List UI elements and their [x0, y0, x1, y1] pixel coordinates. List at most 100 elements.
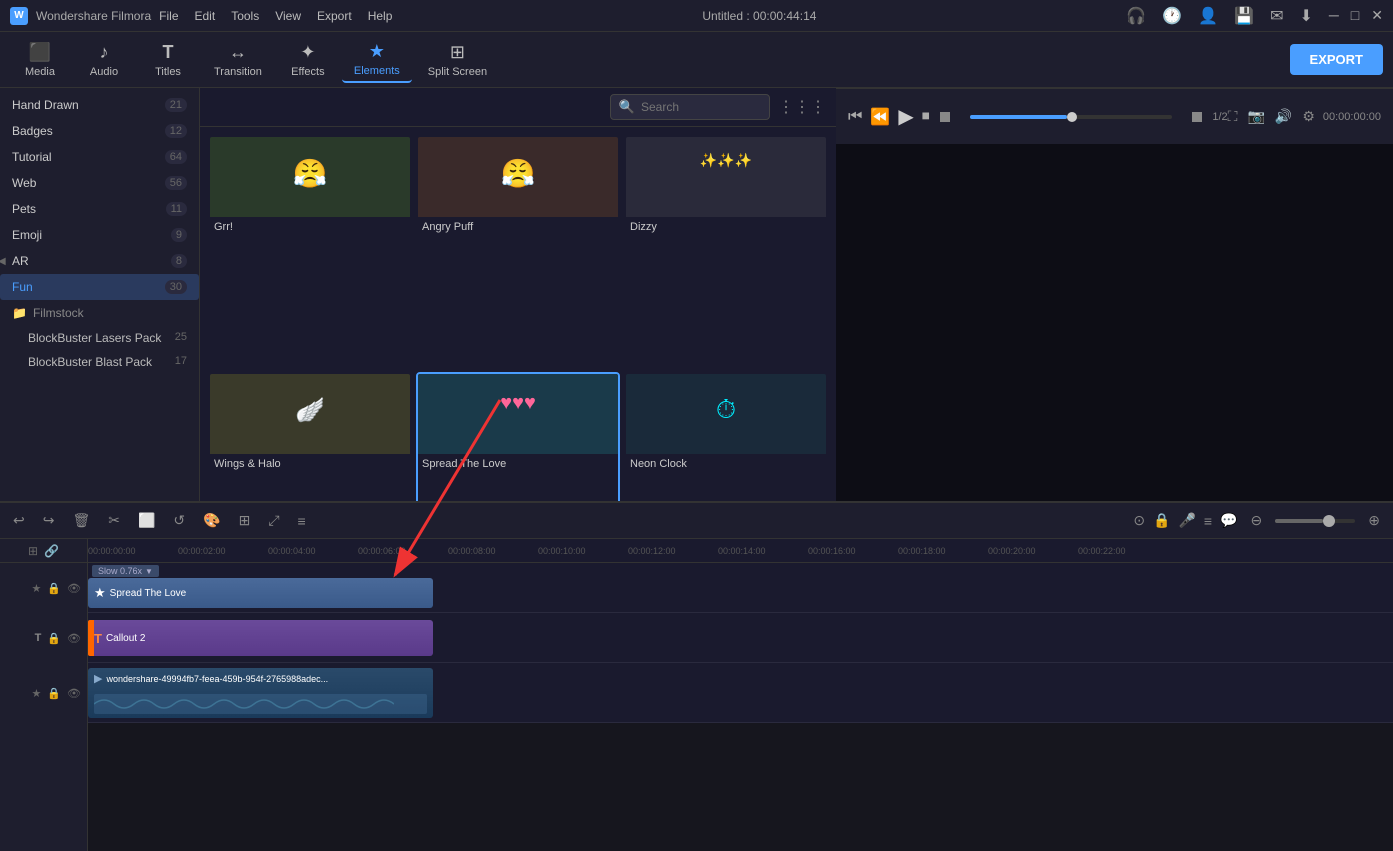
save-icon[interactable]: 💾: [1234, 6, 1254, 26]
sidebar-item-handdrawn[interactable]: Hand Drawn 21: [0, 92, 199, 118]
menu-file[interactable]: File: [159, 9, 178, 23]
track1-clip-label: ★ Spread The Love: [94, 585, 186, 601]
preview-progress-bar[interactable]: [970, 115, 1173, 119]
search-box[interactable]: 🔍: [610, 94, 770, 120]
titlebar-menu: File Edit Tools View Export Help: [159, 9, 392, 23]
sidebar-item-ar[interactable]: ◀ AR 8: [0, 248, 199, 274]
headset-icon[interactable]: 🎧: [1126, 6, 1146, 26]
speed-dropdown-icon[interactable]: ▼: [145, 567, 153, 576]
skip-back-button[interactable]: ⏮: [848, 108, 862, 126]
grid-item-dizzy[interactable]: ✨✨✨ Dizzy: [624, 135, 828, 368]
close-button[interactable]: ✕: [1371, 7, 1383, 24]
menu-tools[interactable]: Tools: [231, 9, 259, 23]
sidebar-item-fun[interactable]: Fun 30: [0, 274, 199, 300]
blast-label: BlockBuster Blast Pack: [28, 355, 152, 369]
zoom-slider-thumb[interactable]: [1323, 515, 1335, 527]
menu-export[interactable]: Export: [317, 9, 352, 23]
ruler-tick-7: 00:00:14:00: [718, 546, 766, 556]
search-input[interactable]: [641, 100, 761, 114]
redo-button[interactable]: ↪: [38, 509, 60, 532]
progress-thumb[interactable]: [1067, 112, 1077, 122]
subtitle-icon[interactable]: 💬: [1220, 512, 1237, 529]
track3-lock-icon[interactable]: 🔒: [47, 687, 61, 700]
expand-button[interactable]: ⤢: [263, 509, 284, 532]
menu-help[interactable]: Help: [368, 9, 393, 23]
media-icon: ⬛: [29, 42, 51, 63]
download-icon[interactable]: ⬇: [1299, 6, 1312, 26]
track3-clip[interactable]: ▶ wondershare-49994fb7-feea-459b-954f-27…: [88, 668, 433, 718]
track1-clip[interactable]: ★ Spread The Love: [88, 578, 433, 608]
stop-button[interactable]: ⏹: [922, 108, 930, 126]
sidebar-item-pets[interactable]: Pets 11: [0, 196, 199, 222]
play-button[interactable]: ▶: [898, 104, 913, 129]
progress-end-handle[interactable]: [1192, 112, 1202, 122]
toolbar-transition[interactable]: ↔ Transition: [202, 38, 274, 82]
export-button[interactable]: EXPORT: [1290, 44, 1383, 75]
lock-all-icon[interactable]: 🔗: [44, 544, 59, 558]
toolbar-effects[interactable]: ✦ Effects: [278, 38, 338, 82]
ruler-tick-6: 00:00:12:00: [628, 546, 676, 556]
snap-icon[interactable]: ⊙: [1133, 512, 1145, 529]
person-icon[interactable]: 👤: [1198, 6, 1218, 26]
splitscreen-icon: ⊞: [450, 42, 465, 63]
toolbar-titles[interactable]: T Titles: [138, 38, 198, 82]
cut-button[interactable]: ✂: [103, 509, 125, 532]
lasers-label: BlockBuster Lasers Pack: [28, 331, 161, 345]
filmstock-label: Filmstock: [33, 306, 84, 320]
mic-icon[interactable]: 🎤: [1178, 512, 1195, 529]
menu-edit[interactable]: Edit: [195, 9, 216, 23]
toolbar-elements[interactable]: ★ Elements: [342, 37, 412, 83]
toolbar-splitscreen[interactable]: ⊞ Split Screen: [416, 38, 499, 82]
pip-button[interactable]: ⊞: [234, 509, 256, 532]
sidebar-item-web[interactable]: Web 56: [0, 170, 199, 196]
main-toolbar: ⬛ Media ♪ Audio T Titles ↔ Transition ✦ …: [0, 32, 1393, 88]
mail-icon[interactable]: ✉: [1270, 6, 1283, 26]
track1-visibility-icon[interactable]: 👁: [67, 582, 81, 595]
track3-visibility-icon[interactable]: 👁: [67, 687, 81, 700]
step-back-button[interactable]: ⏪: [870, 107, 890, 127]
add-track-icon[interactable]: ⊞: [28, 544, 38, 558]
grid-view-icon[interactable]: ⋮⋮⋮: [778, 97, 826, 117]
rotate-button[interactable]: ↺: [168, 509, 190, 532]
fullscreen-icon[interactable]: ⛶: [1228, 108, 1238, 125]
track1-lock-icon[interactable]: 🔒: [47, 582, 61, 595]
zoom-in-button[interactable]: ⊕: [1363, 509, 1385, 532]
sidebar-item-emoji[interactable]: Emoji 9: [0, 222, 199, 248]
track-icon[interactable]: ≡: [1204, 513, 1212, 529]
track2-lock-icon[interactable]: 🔒: [47, 632, 61, 645]
minimize-button[interactable]: ─: [1329, 7, 1339, 24]
menu-view[interactable]: View: [275, 9, 301, 23]
timeline: ↩ ↪ 🗑 ✂ ⬜ ↺ 🎨 ⊞ ⤢ ≡ ⊙ 🔒 🎤 ≡ 💬 ⊖ ⊕: [0, 501, 1393, 851]
audio-mix-button[interactable]: ≡: [293, 510, 311, 532]
track3-type-icon: ★: [31, 687, 41, 700]
grid-item-grr[interactable]: 😤 Grr!: [208, 135, 412, 368]
track2-clip[interactable]: T Callout 2: [88, 620, 433, 656]
progress-start-handle[interactable]: [940, 112, 950, 122]
filmstock-group[interactable]: 📁 Filmstock: [0, 300, 199, 326]
track3-content: ▶ wondershare-49994fb7-feea-459b-954f-27…: [88, 663, 1393, 722]
zoom-out-button[interactable]: ⊖: [1246, 509, 1268, 532]
app-logo: W: [10, 7, 28, 25]
screenshot-icon[interactable]: 📷: [1247, 108, 1264, 125]
grid-item-angry[interactable]: 😤 Angry Puff: [416, 135, 620, 368]
volume-icon[interactable]: 🔊: [1275, 108, 1292, 125]
sidebar-item-tutorial[interactable]: Tutorial 64: [0, 144, 199, 170]
magnet-icon[interactable]: 🔒: [1153, 512, 1170, 529]
toolbar-media[interactable]: ⬛ Media: [10, 38, 70, 82]
undo-button[interactable]: ↩: [8, 509, 30, 532]
crop-button[interactable]: ⬜: [133, 509, 160, 532]
color-button[interactable]: 🎨: [198, 509, 225, 532]
media-label: Media: [25, 66, 55, 78]
sidebar-item-blast[interactable]: BlockBuster Blast Pack 17: [0, 350, 199, 374]
clock-icon[interactable]: 🕐: [1162, 6, 1182, 26]
elements-label: Elements: [354, 65, 400, 77]
maximize-button[interactable]: □: [1351, 7, 1359, 24]
sidebar-item-lasers[interactable]: BlockBuster Lasers Pack 25: [0, 326, 199, 350]
sidebar-item-badges[interactable]: Badges 12: [0, 118, 199, 144]
folder-icon: 📁: [12, 306, 27, 320]
track2-visibility-icon[interactable]: 👁: [67, 632, 81, 645]
toolbar-audio[interactable]: ♪ Audio: [74, 38, 134, 82]
grid-item-label-angry: Angry Puff: [418, 217, 618, 237]
delete-button[interactable]: 🗑: [67, 509, 95, 532]
settings-icon[interactable]: ⚙: [1302, 108, 1315, 125]
